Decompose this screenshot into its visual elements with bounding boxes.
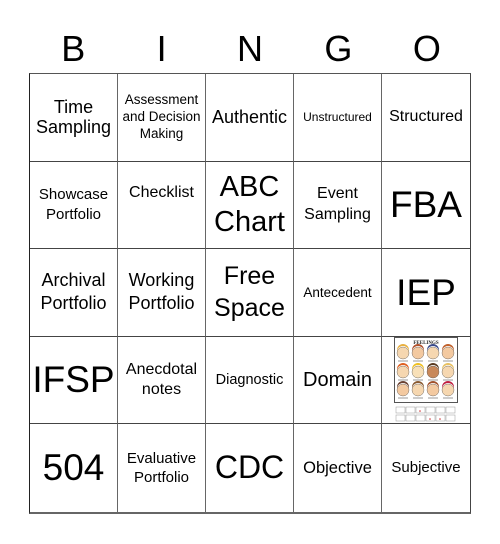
free-space-cell[interactable]: Free Space [206,249,294,337]
cell-text: Unstructured [303,109,372,124]
bingo-cell[interactable]: Antecedent [294,249,382,337]
bingo-cell[interactable]: Unstructured [294,74,382,162]
cell-text: Working Portfolio [128,270,195,314]
bingo-cell[interactable]: Diagnostic [206,336,294,425]
bingo-cell[interactable]: Assessment and Decision Making [118,74,206,162]
bingo-cell[interactable]: FBA [382,162,470,250]
cell-text: IEP [396,271,456,313]
bingo-header: B I N G O [29,27,471,71]
cell-text: Diagnostic [215,371,284,388]
cell-text: ABC Chart [214,171,285,238]
bingo-cell[interactable]: Authentic [206,74,294,162]
bingo-cell[interactable]: Subjective [382,424,470,512]
cell-text: Event Sampling [304,185,371,223]
bingo-cell-image[interactable]: FEELINGS [382,337,470,425]
header-letter-i: I [156,28,167,69]
bingo-cell[interactable]: Checklist [118,161,206,250]
bingo-cell[interactable]: IFSP [30,336,118,425]
bingo-cell[interactable]: Archival Portfolio [30,249,118,337]
bingo-cell[interactable]: Objective [294,424,382,512]
cell-text: IFSP [32,359,115,401]
bingo-grid: Time Sampling Assessment and Decision Ma… [29,73,471,514]
bingo-cell[interactable]: Anecdotal notes [118,336,206,425]
bingo-cell[interactable]: Time Sampling [30,74,118,162]
cell-text: Showcase Portfolio [38,185,109,223]
bingo-cell[interactable]: ABC Chart [206,161,294,250]
feeling-icons-strip [395,406,456,422]
cell-text: 504 [42,447,105,489]
bingo-cell[interactable]: IEP [382,249,470,337]
cell-text: Archival Portfolio [40,270,107,314]
bingo-cell[interactable]: Evaluative Portfolio [118,424,206,512]
header-letter-o: O [412,28,441,69]
bingo-cell[interactable]: Working Portfolio [118,249,206,337]
bingo-cell[interactable]: CDC [206,424,294,512]
cell-text: CDC [214,449,285,486]
feelings-chart-image: FEELINGS [394,337,458,422]
cell-text: Time Sampling [35,97,112,138]
bingo-cell[interactable]: Domain [294,336,382,425]
cell-text: Domain [303,368,372,391]
cell-text: Assessment and Decision Making [122,91,201,141]
cell-text: Structured [389,108,463,126]
header-letter-g: G [324,28,353,69]
bingo-cell[interactable]: 504 [30,424,118,512]
cell-text: Evaluative Portfolio [126,449,197,487]
bingo-cell[interactable]: Event Sampling [294,161,382,250]
bingo-cell[interactable]: Showcase Portfolio [30,161,118,250]
header-letter-b: B [61,28,86,69]
cell-text: Checklist [129,183,194,201]
cell-text: Free Space [214,261,285,323]
cell-text: Anecdotal notes [125,361,198,399]
bingo-cell[interactable]: Structured [382,74,470,162]
cell-text: Antecedent [303,284,372,300]
cell-text: Objective [303,458,372,477]
cell-text: Authentic [211,107,288,128]
cell-text: FBA [390,184,462,226]
header-letter-n: N [237,28,264,69]
cell-text: Subjective [391,458,461,476]
